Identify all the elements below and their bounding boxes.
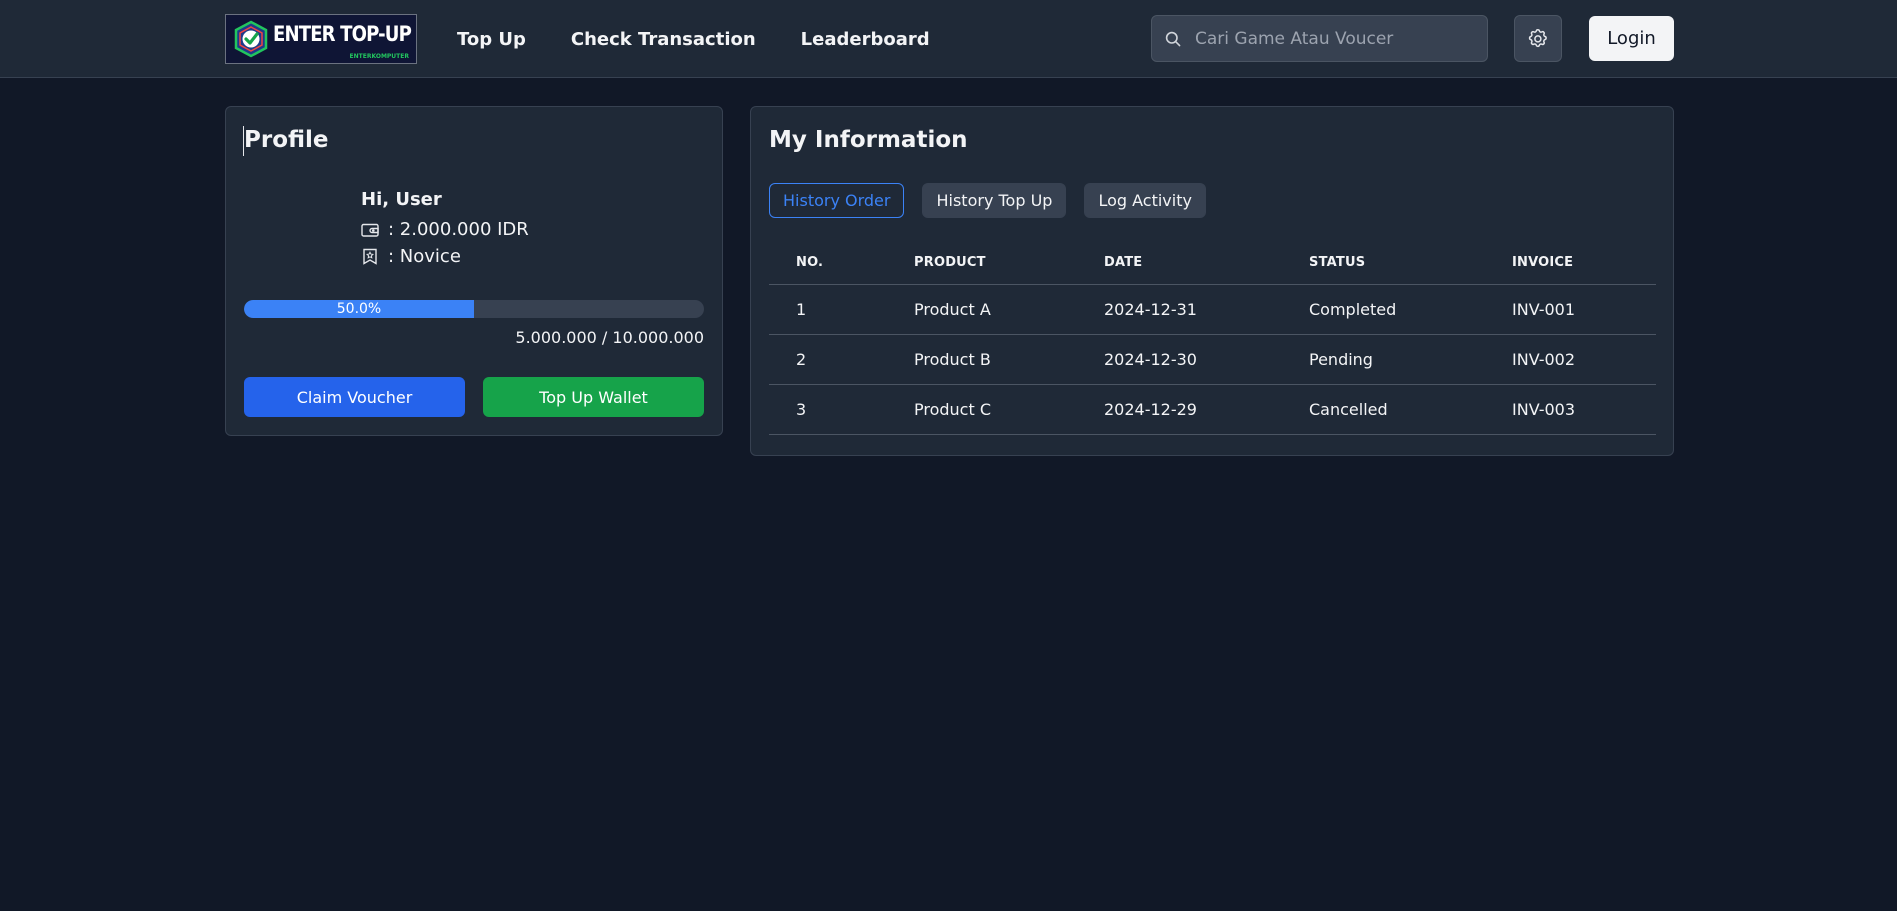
balance-value: : 2.000.000 IDR: [388, 219, 529, 240]
cell-product: Product B: [914, 350, 991, 369]
cell-product: Product C: [914, 400, 992, 419]
tab-history-order[interactable]: History Order: [769, 183, 905, 218]
cell-product: Product A: [914, 300, 991, 319]
profile-title: Profile: [244, 127, 329, 153]
column-header-invoice: INVOICE: [1512, 255, 1574, 270]
table-row: 3 Product C 2024-12-29 Cancelled INV-003: [769, 385, 1656, 435]
order-history-table: NO. PRODUCT DATE STATUS INVOICE 1 Produc…: [769, 241, 1656, 435]
level-progress-bar: 50.0%: [244, 300, 704, 318]
checkmark-shield-icon: [234, 20, 268, 58]
column-header-status: STATUS: [1309, 255, 1366, 270]
cell-date: 2024-12-31: [1104, 300, 1197, 319]
claim-voucher-button[interactable]: Claim Voucher: [244, 377, 465, 417]
column-header-product: PRODUCT: [914, 255, 986, 270]
search-icon: [1165, 31, 1181, 46]
column-header-no: NO.: [796, 255, 824, 270]
main-nav: Top Up Check Transaction Leaderboard: [457, 0, 930, 78]
top-header: ENTER TOP-UP ENTERKOMPUTER Top Up Check …: [0, 0, 1897, 78]
login-button[interactable]: Login: [1589, 16, 1674, 61]
nav-check-transaction[interactable]: Check Transaction: [571, 29, 756, 50]
cell-no: 1: [796, 300, 807, 319]
brand-logo[interactable]: ENTER TOP-UP ENTERKOMPUTER: [225, 14, 417, 64]
top-up-wallet-button[interactable]: Top Up Wallet: [483, 377, 704, 417]
cell-no: 3: [796, 400, 807, 419]
search-input[interactable]: [1193, 27, 1473, 50]
profile-card: Profile Hi, User : 2.000.000 IDR : Novic…: [225, 106, 723, 436]
table-row: 1 Product A 2024-12-31 Completed INV-001: [769, 285, 1656, 335]
cell-status: Completed: [1309, 300, 1397, 319]
logo-text: ENTER TOP-UP: [273, 22, 412, 46]
cell-date: 2024-12-29: [1104, 400, 1197, 419]
cell-invoice: INV-002: [1512, 350, 1576, 369]
cell-status: Cancelled: [1309, 400, 1388, 419]
cell-invoice: INV-003: [1512, 400, 1576, 419]
wallet-icon: [361, 223, 379, 237]
table-row: 2 Product B 2024-12-30 Pending INV-002: [769, 335, 1656, 385]
rank-value: : Novice: [388, 246, 461, 267]
level-progress-fill: 50.0%: [244, 300, 474, 318]
cell-status: Pending: [1309, 350, 1373, 369]
settings-button[interactable]: [1514, 15, 1562, 62]
information-card: My Information History Order History Top…: [750, 106, 1674, 456]
tab-history-top-up[interactable]: History Top Up: [922, 183, 1067, 218]
table-header: NO. PRODUCT DATE STATUS INVOICE: [769, 241, 1656, 285]
progress-caption: 5.000.000 / 10.000.000: [515, 328, 704, 347]
information-title: My Information: [769, 127, 968, 153]
rank-row: : Novice: [361, 246, 461, 267]
balance-row: : 2.000.000 IDR: [361, 219, 529, 240]
search-box: [1151, 15, 1488, 62]
cell-no: 2: [796, 350, 807, 369]
cell-date: 2024-12-30: [1104, 350, 1197, 369]
nav-leaderboard[interactable]: Leaderboard: [801, 29, 930, 50]
user-greeting: Hi, User: [361, 189, 442, 210]
information-tabs: History Order History Top Up Log Activit…: [769, 183, 1206, 218]
logo-subtext: ENTERKOMPUTER: [349, 53, 409, 60]
column-header-date: DATE: [1104, 255, 1143, 270]
nav-top-up[interactable]: Top Up: [457, 29, 526, 50]
bookmark-badge-icon: [363, 248, 377, 265]
cell-invoice: INV-001: [1512, 300, 1576, 319]
tab-log-activity[interactable]: Log Activity: [1084, 183, 1206, 218]
gear-icon: [1528, 28, 1547, 47]
